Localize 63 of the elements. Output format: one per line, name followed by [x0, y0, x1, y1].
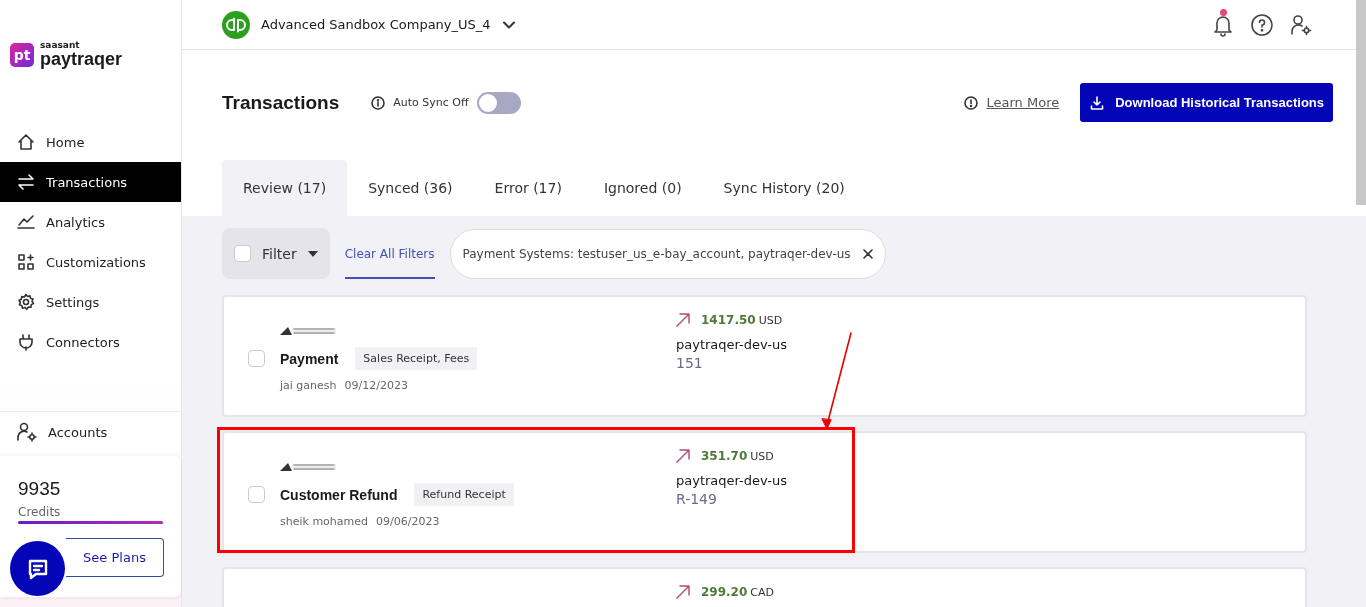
scrollbar[interactable]: [1356, 0, 1366, 205]
filter-chip: Payment Systems: testuser_us_e-bay_account, paytraqer-dev-us: [449, 228, 886, 279]
payment-account: paytraqer-dev-us: [676, 473, 788, 488]
store-logo-icon: [280, 462, 336, 471]
user-settings-icon[interactable]: [1290, 13, 1312, 36]
learn-more-link[interactable]: Learn More: [986, 95, 1060, 110]
amount: 299.20: [701, 585, 748, 599]
transaction-date: 09/12/2023: [344, 379, 408, 392]
record-type-tag: Sales Receipt, Fees: [355, 347, 478, 370]
reference-number: 151: [676, 355, 704, 371]
close-icon[interactable]: [862, 248, 873, 259]
filter-button[interactable]: Filter: [222, 228, 330, 279]
transaction-date: 09/06/2023: [376, 515, 440, 528]
transaction-type: Customer Refund: [280, 486, 398, 503]
company-name[interactable]: Advanced Sandbox Company_US_4: [261, 17, 491, 32]
amount: 1417.50: [701, 313, 756, 327]
currency: USD: [758, 313, 783, 327]
row-checkbox[interactable]: [248, 485, 265, 503]
info-icon: [963, 95, 978, 110]
transaction-card[interactable]: 299.20 CAD: [222, 567, 1307, 607]
record-type-tag: Refund Receipt: [414, 483, 514, 506]
caret-icon: [307, 250, 318, 257]
currency: USD: [750, 449, 774, 463]
help-icon[interactable]: [1250, 12, 1274, 37]
grid-icon: [17, 253, 35, 271]
settings-icon: [17, 293, 35, 311]
reference-number: R-149: [676, 491, 718, 507]
transaction-card[interactable]: Payment Sales Receipt, Fees jai ganesh 09/12/2023 1417.50 USD paytraqer-dev-us 151: [222, 295, 1307, 417]
user-name: sheik mohamed: [280, 515, 369, 528]
credits-value: 9935: [18, 478, 62, 500]
transaction-card[interactable]: Customer Refund Refund Receipt sheik mohamed 09/06/2023 351.70 USD paytraqer-dev-us R-149: [222, 431, 1307, 553]
credits-label: Credits: [18, 505, 62, 519]
info-icon: [371, 95, 386, 110]
logo-mark: pt: [10, 43, 34, 67]
plug-icon: [17, 333, 35, 351]
quickbooks-logo-icon: [222, 10, 250, 39]
amount: 351.70: [701, 449, 748, 463]
user-name: jai ganesh: [280, 379, 337, 392]
download-icon: [1090, 95, 1105, 110]
transfer-icon: [17, 173, 35, 191]
nav-item[interactable]: Transactions: [0, 162, 181, 202]
store-logo-icon: [280, 326, 336, 335]
arrow-up-right-icon: [676, 585, 690, 599]
accounts-link[interactable]: Accounts: [0, 411, 181, 452]
logo-vendor: saasant: [40, 41, 81, 50]
logo-product: paytraqer: [40, 50, 123, 69]
select-all-checkbox[interactable]: [234, 245, 251, 262]
page-title: Transactions: [222, 91, 340, 114]
auto-sync-toggle[interactable]: [476, 91, 521, 114]
line-chart-icon: [17, 213, 35, 231]
tab[interactable]: Review (17): [222, 160, 348, 216]
home-icon: [17, 133, 35, 151]
arrow-up-right-icon: [676, 313, 690, 327]
clear-filters-link[interactable]: Clear All Filters: [344, 228, 435, 279]
arrow-up-right-icon: [676, 449, 690, 463]
user-gear-icon: [17, 422, 37, 442]
currency: CAD: [750, 585, 774, 599]
download-button[interactable]: Download Historical Transactions: [1080, 83, 1333, 122]
payment-account: paytraqer-dev-us: [676, 337, 788, 352]
auto-sync-label: Auto Sync Off: [393, 96, 469, 109]
transaction-type: Payment: [280, 350, 339, 367]
see-plans-button[interactable]: See Plans: [66, 538, 164, 577]
row-checkbox[interactable]: [248, 349, 265, 367]
